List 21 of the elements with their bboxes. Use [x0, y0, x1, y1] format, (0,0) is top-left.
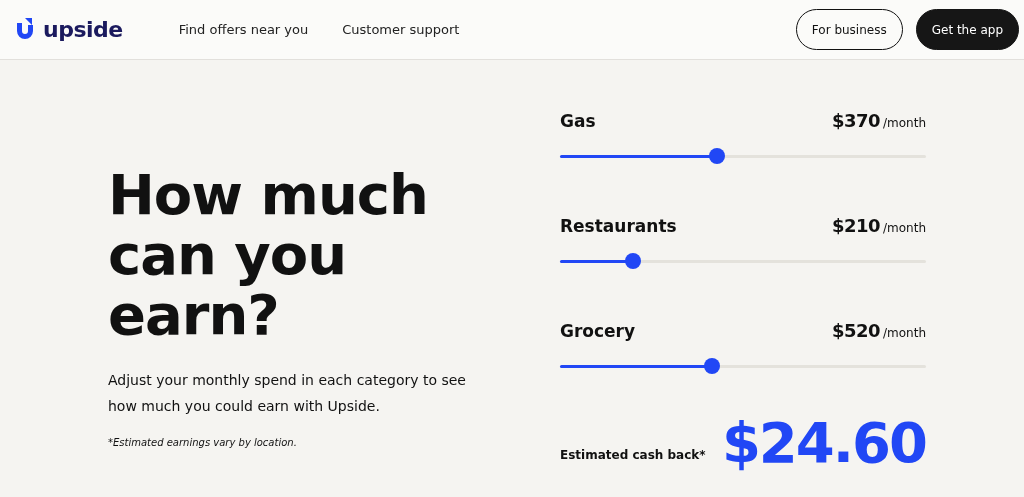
- result-value: $24.60: [721, 410, 926, 475]
- nav-link[interactable]: Customer support: [342, 22, 460, 37]
- unit-label: /month: [883, 221, 926, 235]
- get-app-button[interactable]: Get the app: [915, 9, 1019, 50]
- logo-text[interactable]: upside: [43, 17, 123, 42]
- amount: $520: [831, 320, 880, 341]
- nav-link[interactable]: Find offers near you: [178, 22, 309, 37]
- unit-label: /month: [883, 326, 926, 340]
- category-label: Gas: [560, 111, 596, 131]
- category-label: Restaurants: [560, 216, 677, 236]
- amount: $370: [831, 110, 880, 131]
- heading: How much can you earn?: [108, 165, 429, 345]
- slider-thumb[interactable]: [625, 252, 642, 269]
- amount: $210: [831, 215, 880, 236]
- category-label: Grocery: [560, 321, 636, 341]
- slider-thumb[interactable]: [703, 357, 720, 374]
- slider-thumb[interactable]: [709, 147, 726, 164]
- result-label: Estimated cash back*: [560, 447, 706, 462]
- footnote: *Estimated earnings vary by location.: [108, 437, 298, 448]
- description: Adjust your monthly spend in each category to see how much you could earn with Upside.: [108, 371, 467, 416]
- unit-label: /month: [883, 116, 926, 130]
